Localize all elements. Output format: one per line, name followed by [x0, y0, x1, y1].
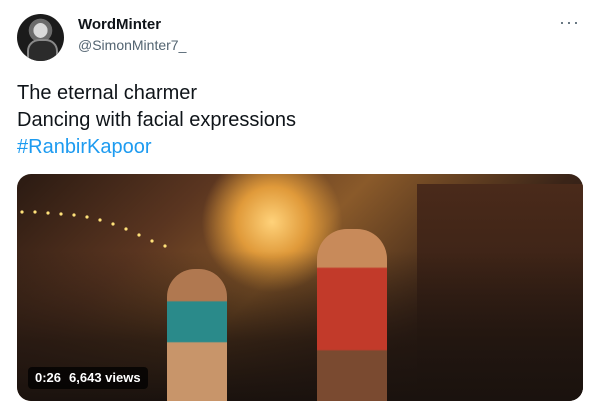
tweet-text: The eternal charmer Dancing with facial …: [17, 80, 296, 161]
video-info-badge: 0:26 6,643 views: [28, 367, 148, 389]
hashtag-link[interactable]: #RanbirKapoor: [17, 134, 296, 161]
tweet-line: The eternal charmer: [17, 82, 198, 104]
avatar-body: [27, 39, 58, 61]
video-views: 6,643 views: [69, 370, 141, 385]
avatar[interactable]: [17, 14, 64, 61]
tweet-line: Dancing with facial expressions: [17, 109, 297, 131]
video-dancer-center: [317, 229, 387, 401]
tweet-card[interactable]: WordMinter @SimonMinter7_ ··· The eterna…: [0, 0, 594, 406]
more-options-icon[interactable]: ···: [559, 12, 580, 33]
video-duration: 0:26: [35, 370, 62, 385]
user-handle[interactable]: @SimonMinter7_: [78, 37, 186, 53]
video-dancer-left: [167, 269, 227, 401]
user-name[interactable]: WordMinter: [78, 16, 161, 33]
avatar-head: [34, 23, 47, 38]
string-lights: [20, 210, 167, 248]
